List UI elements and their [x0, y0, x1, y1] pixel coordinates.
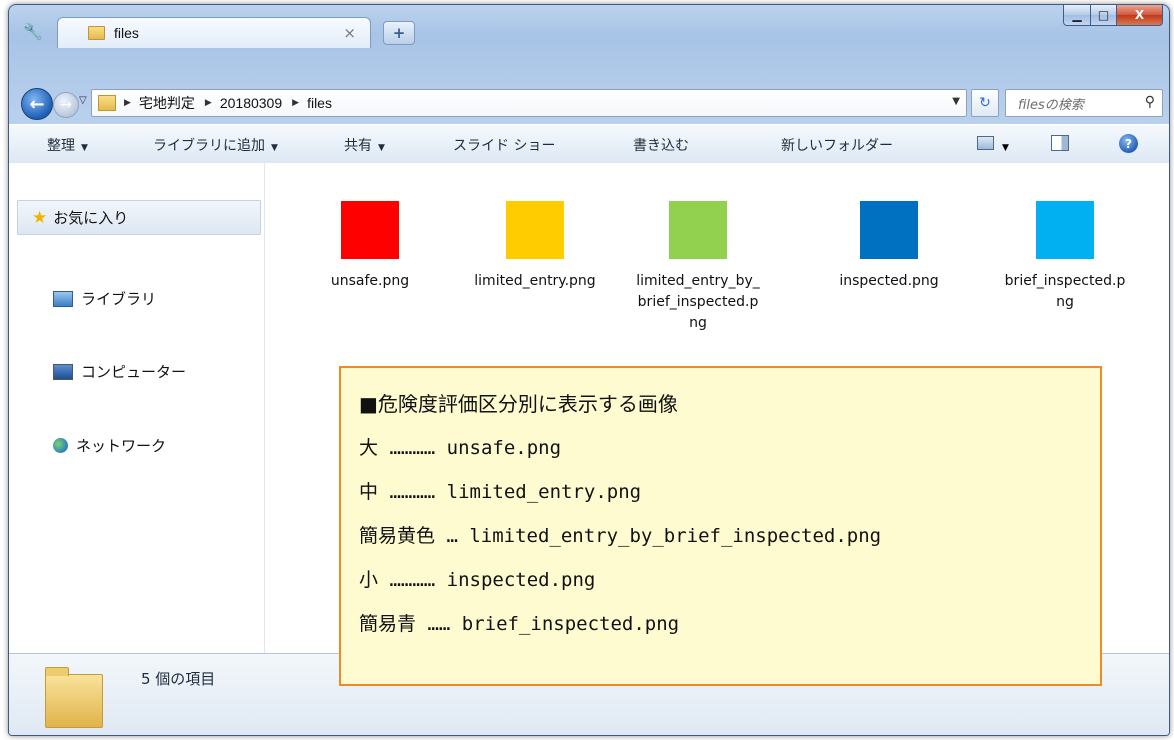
navigation-pane: ★ お気に入り ライブラリ コンピューター ネットワーク — [9, 163, 265, 653]
nav-item-label: お気に入り — [53, 209, 129, 227]
folder-icon — [45, 667, 103, 728]
burn-button[interactable]: 書き込む — [633, 135, 689, 155]
new-tab-button[interactable]: + — [383, 21, 415, 45]
view-icon — [977, 136, 994, 150]
network-icon — [53, 438, 68, 453]
maximize-button[interactable]: □ — [1091, 5, 1117, 26]
file-name: limited_entry.png — [474, 273, 596, 289]
tab-files[interactable]: files × — [57, 17, 371, 48]
chevron-down-icon: ▼ — [81, 143, 88, 153]
chevron-right-icon[interactable]: ▶ — [292, 98, 299, 108]
image-thumbnail — [860, 201, 918, 259]
chevron-down-icon: ▼ — [1002, 143, 1009, 153]
forward-button[interactable]: → — [53, 92, 79, 118]
close-button[interactable]: X — [1117, 5, 1163, 26]
nav-item-label: ネットワーク — [76, 437, 167, 455]
preview-pane-button[interactable] — [1051, 135, 1069, 155]
refresh-icon: ↻ — [979, 95, 991, 111]
share-button[interactable]: 共有 ▼ — [344, 135, 385, 155]
image-thumbnail — [669, 201, 727, 259]
search-input[interactable]: filesの検索 ⚲ — [1005, 89, 1163, 117]
file-name: unsafe.png — [330, 273, 410, 289]
chevron-right-icon[interactable]: ▶ — [205, 98, 212, 108]
tab-title: files — [114, 25, 139, 41]
image-thumbnail — [506, 201, 564, 259]
file-item[interactable]: limited_entry.png — [465, 201, 605, 292]
nav-item-libraries[interactable]: ライブラリ — [53, 288, 156, 309]
folder-icon — [98, 95, 116, 111]
view-options-button[interactable]: ▼ — [977, 135, 1009, 154]
file-item[interactable]: brief_inspected.png — [995, 201, 1135, 313]
nav-item-label: ライブラリ — [81, 290, 157, 308]
back-button[interactable]: ← — [21, 88, 53, 120]
image-thumbnail — [1036, 201, 1094, 259]
file-name: inspected.png — [839, 273, 939, 289]
file-item[interactable]: inspected.png — [819, 201, 959, 292]
help-button[interactable]: ? — [1119, 134, 1138, 153]
file-item[interactable]: limited_entry_by_brief_inspected.png — [628, 201, 768, 334]
chevron-down-icon: ▼ — [271, 143, 278, 153]
arrow-right-icon: → — [60, 97, 72, 113]
note-line: 中 ………… limited_entry.png — [359, 481, 642, 503]
arrow-left-icon: ← — [29, 93, 45, 115]
chevron-right-icon[interactable]: ▶ — [124, 98, 131, 108]
computer-icon — [53, 363, 73, 380]
caption-buttons: ▁ □ X — [1063, 5, 1163, 26]
add-to-library-label: ライブラリに追加 — [153, 138, 265, 154]
search-icon[interactable]: ⚲ — [1145, 94, 1155, 110]
breadcrumb-item[interactable]: 宅地判定 — [139, 93, 195, 113]
nav-item-favorites[interactable]: ★ お気に入り — [17, 200, 261, 235]
image-thumbnail — [341, 201, 399, 259]
note-line: 簡易黄色 … limited_entry_by_brief_inspected.… — [359, 525, 882, 547]
file-name: brief_inspected.png — [1004, 273, 1126, 310]
wrench-icon[interactable]: 🔧 — [23, 22, 43, 41]
chevron-down-icon: ▼ — [378, 143, 385, 153]
nav-item-computer[interactable]: コンピューター — [53, 361, 186, 382]
refresh-button[interactable]: ↻ — [971, 89, 999, 117]
note-line: 大 ………… unsafe.png — [359, 437, 562, 459]
organize-button[interactable]: 整理 ▼ — [47, 135, 88, 155]
file-name: limited_entry_by_brief_inspected.png — [636, 273, 760, 331]
note-line: 簡易青 …… brief_inspected.png — [359, 613, 680, 635]
breadcrumb-item[interactable]: 20180309 — [220, 95, 282, 111]
note-line: 小 ………… inspected.png — [359, 569, 596, 591]
slideshow-button[interactable]: スライド ショー — [453, 135, 555, 155]
nav-item-label: コンピューター — [81, 363, 187, 381]
new-folder-button[interactable]: 新しいフォルダー — [781, 135, 893, 155]
item-count: 5 個の項目 — [141, 670, 216, 688]
add-to-library-button[interactable]: ライブラリに追加 ▼ — [153, 135, 278, 155]
annotation-callout: ■危険度評価区分別に表示する画像 大 ………… unsafe.png 中 ………… — [339, 366, 1102, 686]
command-bar: 整理 ▼ ライブラリに追加 ▼ 共有 ▼ スライド ショー 書き込む 新しいフォルダー… — [9, 124, 1169, 164]
folder-icon — [88, 26, 105, 40]
help-icon: ? — [1119, 134, 1138, 153]
share-label: 共有 — [344, 138, 372, 154]
history-dropdown-icon[interactable]: ▽ — [79, 95, 87, 106]
address-bar[interactable]: ▶ 宅地判定 ▶ 20180309 ▶ files ▼ — [91, 89, 967, 117]
star-icon: ★ — [32, 207, 48, 228]
file-item[interactable]: unsafe.png — [300, 201, 440, 292]
minimize-button[interactable]: ▁ — [1063, 5, 1091, 26]
breadcrumb-item[interactable]: files — [307, 95, 332, 111]
tab-close-icon[interactable]: × — [343, 24, 356, 42]
nav-item-network[interactable]: ネットワーク — [53, 435, 166, 456]
organize-label: 整理 — [47, 138, 75, 154]
chevron-down-icon[interactable]: ▼ — [952, 96, 960, 107]
note-title: ■危険度評価区分別に表示する画像 — [359, 392, 678, 416]
search-placeholder: filesの検索 — [1018, 97, 1084, 113]
preview-pane-icon — [1051, 135, 1069, 151]
library-icon — [53, 290, 73, 307]
